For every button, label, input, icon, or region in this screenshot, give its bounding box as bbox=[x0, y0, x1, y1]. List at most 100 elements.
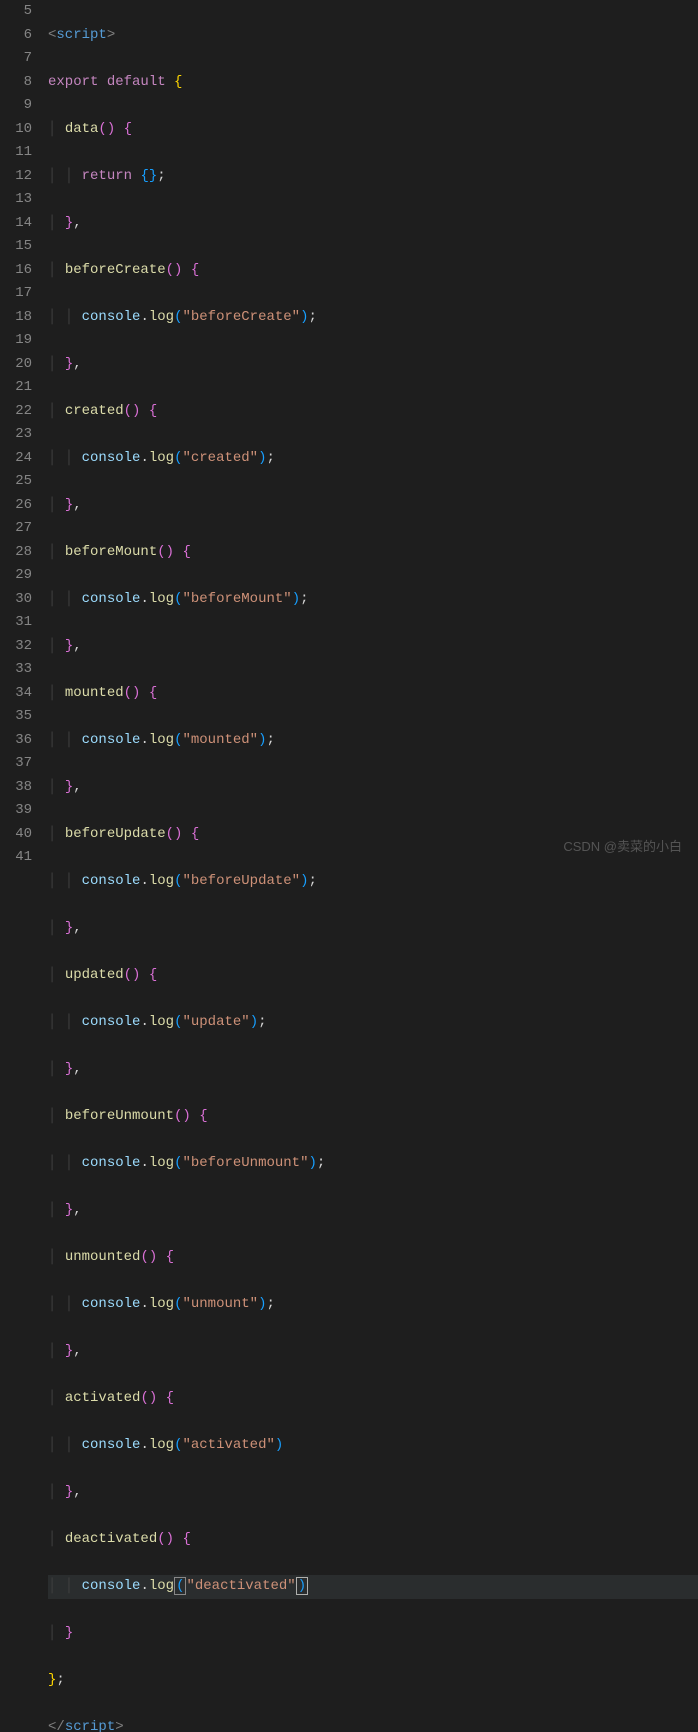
code-line[interactable]: │ │ console.log("created"); bbox=[48, 447, 698, 471]
log-method: log bbox=[149, 1155, 174, 1171]
paren-close: ) bbox=[300, 309, 308, 325]
code-line[interactable]: │ }, bbox=[48, 212, 698, 236]
code-line[interactable]: │ }, bbox=[48, 917, 698, 941]
close-brace: } bbox=[65, 1061, 73, 1077]
string-literal: "activated" bbox=[182, 1437, 274, 1453]
line-number: 20 bbox=[8, 353, 32, 377]
log-method: log bbox=[149, 1296, 174, 1312]
code-line[interactable]: │ unmounted() { bbox=[48, 1246, 698, 1270]
parens: () bbox=[140, 1390, 157, 1406]
method-name: mounted bbox=[65, 685, 124, 701]
code-line[interactable]: │ beforeUnmount() { bbox=[48, 1105, 698, 1129]
code-content[interactable]: <script> export default { │ data() { │ │… bbox=[48, 0, 698, 866]
code-line[interactable]: │ }, bbox=[48, 353, 698, 377]
log-method: log bbox=[149, 1014, 174, 1030]
method-name: created bbox=[65, 403, 124, 419]
open-brace: { bbox=[199, 1108, 207, 1124]
code-line[interactable]: │ │ console.log("beforeUnmount"); bbox=[48, 1152, 698, 1176]
dot: . bbox=[140, 309, 148, 325]
open-brace: { bbox=[166, 1249, 174, 1265]
code-line[interactable]: │ data() { bbox=[48, 118, 698, 142]
semicolon: ; bbox=[317, 1155, 325, 1171]
code-line[interactable]: │ }, bbox=[48, 776, 698, 800]
code-line[interactable]: │ }, bbox=[48, 1481, 698, 1505]
console-object: console bbox=[82, 1437, 141, 1453]
dot: . bbox=[140, 732, 148, 748]
code-line[interactable]: </script> bbox=[48, 1716, 698, 1732]
log-method: log bbox=[149, 309, 174, 325]
line-number: 8 bbox=[8, 71, 32, 95]
code-line[interactable]: export default { bbox=[48, 71, 698, 95]
paren-open: ( bbox=[174, 1155, 182, 1171]
console-object: console bbox=[82, 591, 141, 607]
dot: . bbox=[140, 1014, 148, 1030]
semicolon: ; bbox=[267, 1296, 275, 1312]
line-number: 6 bbox=[8, 24, 32, 48]
string-literal: "beforeUnmount" bbox=[182, 1155, 308, 1171]
code-editor[interactable]: 5 6 7 8 9 10 11 12 13 14 15 16 17 18 19 … bbox=[0, 0, 698, 866]
string-literal: "update" bbox=[182, 1014, 249, 1030]
code-line[interactable]: │ mounted() { bbox=[48, 682, 698, 706]
comma: , bbox=[73, 920, 81, 936]
code-line[interactable]: │ │ return {}; bbox=[48, 165, 698, 189]
line-number: 32 bbox=[8, 635, 32, 659]
line-number: 10 bbox=[8, 118, 32, 142]
dot: . bbox=[140, 873, 148, 889]
dot: . bbox=[140, 1296, 148, 1312]
code-line[interactable]: │ │ console.log("beforeUpdate"); bbox=[48, 870, 698, 894]
line-number: 17 bbox=[8, 282, 32, 306]
string-literal: "beforeMount" bbox=[182, 591, 291, 607]
code-line[interactable]: │ }, bbox=[48, 494, 698, 518]
line-number: 19 bbox=[8, 329, 32, 353]
code-line[interactable]: │ │ console.log("activated") bbox=[48, 1434, 698, 1458]
line-number: 36 bbox=[8, 729, 32, 753]
code-line[interactable]: │ }, bbox=[48, 1340, 698, 1364]
paren-close: ) bbox=[258, 450, 266, 466]
console-object: console bbox=[82, 1578, 141, 1594]
comma: , bbox=[73, 779, 81, 795]
paren-close: ) bbox=[275, 1437, 283, 1453]
code-line[interactable]: │ beforeCreate() { bbox=[48, 259, 698, 283]
code-line[interactable]: │ updated() { bbox=[48, 964, 698, 988]
code-line[interactable]: │ } bbox=[48, 1622, 698, 1646]
string-literal: "deactivated" bbox=[186, 1578, 295, 1594]
code-line[interactable]: │ │ console.log("unmount"); bbox=[48, 1293, 698, 1317]
console-object: console bbox=[82, 309, 141, 325]
parens: () bbox=[166, 826, 183, 842]
line-number: 31 bbox=[8, 611, 32, 635]
code-line[interactable]: │ deactivated() { bbox=[48, 1528, 698, 1552]
console-object: console bbox=[82, 450, 141, 466]
code-line[interactable]: │ created() { bbox=[48, 400, 698, 424]
parens: () bbox=[98, 121, 115, 137]
code-line[interactable]: │ │ console.log("beforeCreate"); bbox=[48, 306, 698, 330]
comma: , bbox=[73, 638, 81, 654]
semicolon: ; bbox=[267, 732, 275, 748]
parens: () bbox=[140, 1249, 157, 1265]
close-brace: } bbox=[65, 1202, 73, 1218]
code-line[interactable]: │ activated() { bbox=[48, 1387, 698, 1411]
code-line[interactable]: }; bbox=[48, 1669, 698, 1693]
tag-name: script bbox=[65, 1719, 115, 1732]
close-brace: } bbox=[65, 497, 73, 513]
code-line[interactable]: <script> bbox=[48, 24, 698, 48]
method-name: deactivated bbox=[65, 1531, 157, 1547]
close-brace: } bbox=[65, 920, 73, 936]
code-line[interactable]: │ }, bbox=[48, 635, 698, 659]
paren-open: ( bbox=[174, 1577, 186, 1595]
console-object: console bbox=[82, 732, 141, 748]
comma: , bbox=[73, 497, 81, 513]
close-brace: } bbox=[65, 1625, 73, 1641]
parens: () bbox=[166, 262, 183, 278]
code-line-active[interactable]: │ │ console.log("deactivated") bbox=[48, 1575, 698, 1599]
code-line[interactable]: │ }, bbox=[48, 1058, 698, 1082]
line-number: 15 bbox=[8, 235, 32, 259]
line-number: 23 bbox=[8, 423, 32, 447]
string-literal: "beforeCreate" bbox=[182, 309, 300, 325]
code-line[interactable]: │ }, bbox=[48, 1199, 698, 1223]
code-line[interactable]: │ │ console.log("update"); bbox=[48, 1011, 698, 1035]
string-literal: "mounted" bbox=[182, 732, 258, 748]
code-line[interactable]: │ │ console.log("mounted"); bbox=[48, 729, 698, 753]
code-line[interactable]: │ │ console.log("beforeMount"); bbox=[48, 588, 698, 612]
code-line[interactable]: │ beforeMount() { bbox=[48, 541, 698, 565]
line-number: 34 bbox=[8, 682, 32, 706]
